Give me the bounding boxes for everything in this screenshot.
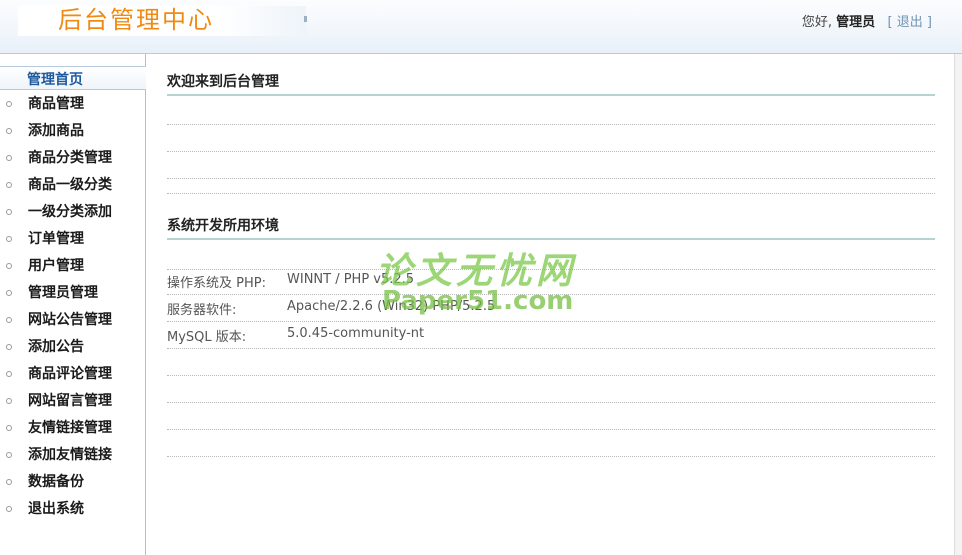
bullet-icon [6, 452, 12, 458]
env-value: WINNT / PHP v5.2.5 [287, 272, 415, 287]
sidebar-item-add-product[interactable]: 添加商品 [0, 118, 146, 145]
user-area: 您好, 管理员 [ 退出 ] [802, 11, 932, 30]
sidebar-item-label: 添加友情链接 [28, 447, 112, 463]
bullet-icon [6, 371, 12, 377]
sidebar-item-home[interactable]: 管理首页 [0, 66, 146, 90]
env-key: MySQL 版本: [167, 330, 247, 345]
sidebar-item-label: 商品评论管理 [28, 366, 112, 382]
bullet-icon [6, 155, 12, 161]
bracket-close: ] [926, 15, 932, 30]
empty-row [167, 125, 935, 152]
bullet-icon [6, 182, 12, 188]
logout-link[interactable]: 退出 [897, 15, 923, 30]
sidebar-menu: 商品管理 添加商品 商品分类管理 商品一级分类 一级分类添加 订单管理 用户管理… [0, 91, 146, 523]
bullet-icon [6, 479, 12, 485]
sidebar-home-label: 管理首页 [27, 72, 83, 88]
brand-divider [304, 16, 307, 22]
env-key: 服务器软件: [167, 303, 237, 318]
sidebar-item-label: 订单管理 [28, 231, 84, 247]
sidebar-item-label: 商品分类管理 [28, 150, 112, 166]
empty-row [167, 172, 935, 194]
sidebar-item-backup[interactable]: 数据备份 [0, 469, 146, 496]
empty-row [167, 430, 935, 457]
top-header: 后台管理中心 您好, 管理员 [ 退出 ] [0, 0, 962, 54]
env-value: 5.0.45-community-nt [287, 326, 425, 341]
sidebar-item-label: 网站公告管理 [28, 312, 112, 328]
bullet-icon [6, 209, 12, 215]
sidebar-item-label: 一级分类添加 [28, 204, 112, 220]
bullet-icon [6, 425, 12, 431]
greeting-text: 您好, [801, 15, 832, 30]
sidebar-item-admins[interactable]: 管理员管理 [0, 280, 146, 307]
sidebar-item-label: 商品一级分类 [28, 177, 112, 193]
welcome-title: 欢迎来到后台管理 [167, 70, 935, 96]
bullet-icon [6, 263, 12, 269]
sidebar-item-users[interactable]: 用户管理 [0, 253, 146, 280]
sidebar-item-exit[interactable]: 退出系统 [0, 496, 146, 523]
env-row: MySQL 版本: 5.0.45-community-nt [167, 322, 935, 349]
main-content: 欢迎来到后台管理 系统开发所用环境 操作系统及 PHP: WINNT / PHP… [146, 54, 952, 555]
bullet-icon [6, 236, 12, 242]
bullet-icon [6, 506, 12, 512]
bullet-icon [6, 344, 12, 350]
env-key: 操作系统及 PHP: [167, 276, 266, 291]
sidebar-item-add-link[interactable]: 添加友情链接 [0, 442, 146, 469]
sidebar-item-label: 退出系统 [28, 501, 84, 517]
empty-row [167, 98, 935, 125]
scrollbar[interactable] [954, 54, 962, 555]
sidebar-item-reviews[interactable]: 商品评论管理 [0, 361, 146, 388]
sidebar-item-label: 添加公告 [28, 339, 84, 355]
empty-row [167, 403, 935, 430]
sidebar-item-messages[interactable]: 网站留言管理 [0, 388, 146, 415]
sidebar-item-add-announcement[interactable]: 添加公告 [0, 334, 146, 361]
bullet-icon [6, 101, 12, 107]
bullet-icon [6, 317, 12, 323]
bracket-open: [ [887, 15, 893, 30]
username: 管理员 [836, 15, 876, 30]
sidebar-item-label: 用户管理 [28, 258, 84, 274]
bullet-icon [6, 398, 12, 404]
sidebar: 管理首页 商品管理 添加商品 商品分类管理 商品一级分类 一级分类添加 订单管理… [0, 54, 146, 555]
env-row: 操作系统及 PHP: WINNT / PHP v5.2.5 [167, 268, 935, 295]
sidebar-item-label: 数据备份 [28, 474, 84, 490]
sidebar-item-orders[interactable]: 订单管理 [0, 226, 146, 253]
env-row: 服务器软件: Apache/2.2.6 (Win32) PHP/5.2.5 [167, 295, 935, 322]
env-title: 系统开发所用环境 [167, 214, 935, 240]
empty-row [167, 243, 935, 270]
sidebar-item-add-primary-category[interactable]: 一级分类添加 [0, 199, 146, 226]
app-title: 后台管理中心 [58, 6, 214, 34]
sidebar-item-category-manage[interactable]: 商品分类管理 [0, 145, 146, 172]
sidebar-item-label: 商品管理 [28, 96, 84, 112]
env-value: Apache/2.2.6 (Win32) PHP/5.2.5 [287, 299, 496, 314]
sidebar-item-primary-category[interactable]: 商品一级分类 [0, 172, 146, 199]
bullet-icon [6, 128, 12, 134]
sidebar-item-label: 管理员管理 [28, 285, 98, 301]
sidebar-item-product-manage[interactable]: 商品管理 [0, 91, 146, 118]
bullet-icon [6, 290, 12, 296]
sidebar-item-links[interactable]: 友情链接管理 [0, 415, 146, 442]
sidebar-item-label: 友情链接管理 [28, 420, 112, 436]
sidebar-item-announcements[interactable]: 网站公告管理 [0, 307, 146, 334]
empty-row [167, 349, 935, 376]
sidebar-item-label: 网站留言管理 [28, 393, 112, 409]
sidebar-item-label: 添加商品 [28, 123, 84, 139]
empty-row [167, 376, 935, 403]
